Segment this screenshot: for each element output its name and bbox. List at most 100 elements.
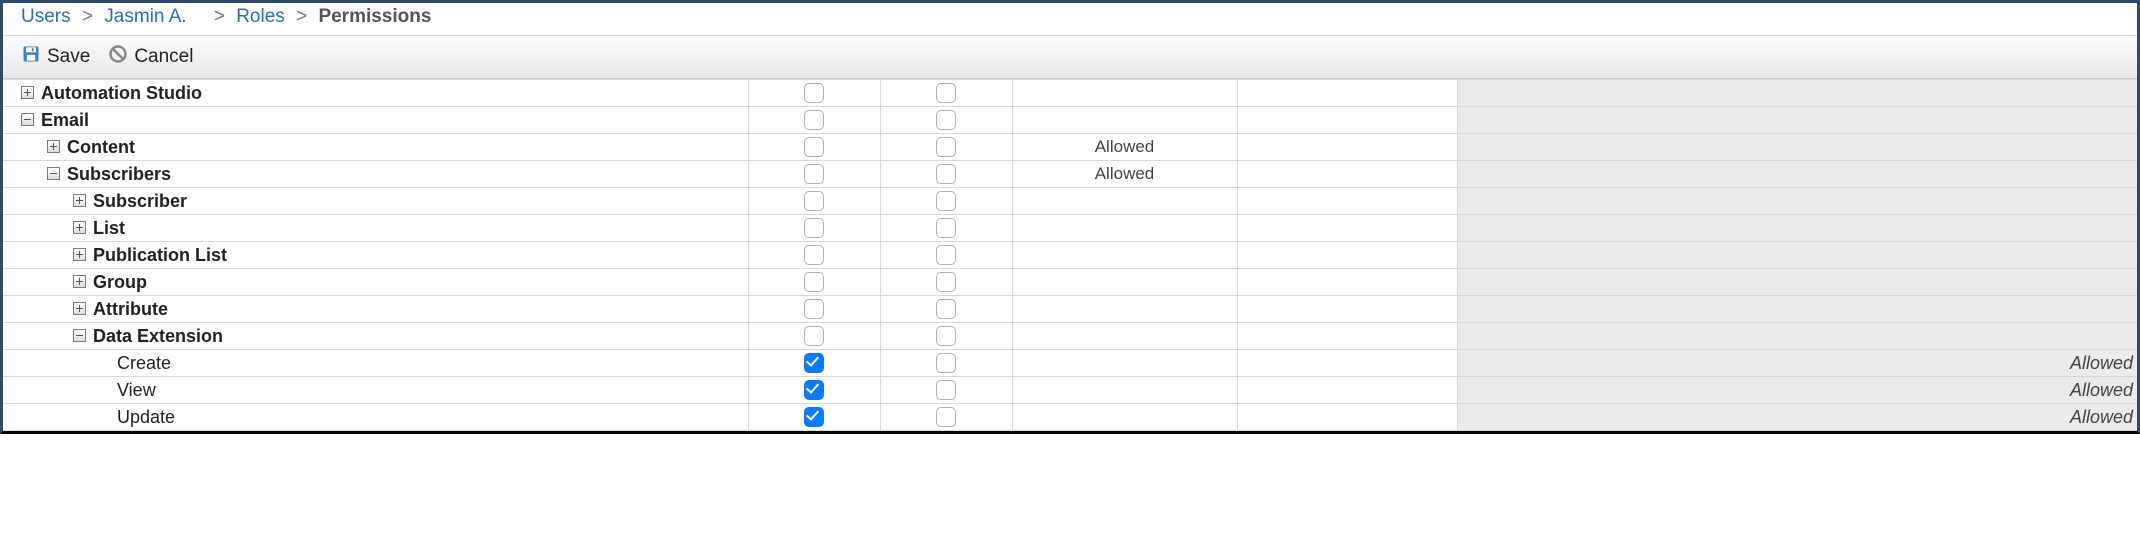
deny-checkbox[interactable] <box>936 353 956 373</box>
deny-checkbox[interactable] <box>936 326 956 346</box>
spacer-cell <box>1237 404 1457 431</box>
expand-icon[interactable] <box>47 140 60 153</box>
spacer-cell <box>1237 134 1457 161</box>
effective-status: Allowed <box>1457 404 2137 431</box>
permission-row: ViewAllowed <box>3 377 2137 404</box>
floppy-icon <box>21 44 41 70</box>
permission-row: Automation Studio <box>3 80 2137 107</box>
allow-checkbox[interactable] <box>804 326 824 346</box>
permission-label: Create <box>117 353 171 373</box>
inherited-status <box>1012 350 1237 377</box>
breadcrumb-current: Permissions <box>318 6 431 27</box>
allow-checkbox[interactable] <box>804 218 824 238</box>
deny-checkbox[interactable] <box>936 380 956 400</box>
inherited-status <box>1012 215 1237 242</box>
spacer-cell <box>1237 377 1457 404</box>
deny-checkbox[interactable] <box>936 83 956 103</box>
spacer-cell <box>1237 80 1457 107</box>
breadcrumb-sep: > <box>296 6 307 27</box>
allow-checkbox[interactable] <box>804 245 824 265</box>
save-button[interactable]: Save <box>21 44 90 70</box>
permission-row: Attribute <box>3 296 2137 323</box>
permission-label: Publication List <box>93 245 227 265</box>
deny-checkbox[interactable] <box>936 272 956 292</box>
deny-checkbox[interactable] <box>936 110 956 130</box>
spacer-cell <box>1237 161 1457 188</box>
breadcrumb-roles[interactable]: Roles <box>236 6 285 27</box>
spacer-cell <box>1237 188 1457 215</box>
allow-checkbox[interactable] <box>804 407 824 427</box>
expand-icon[interactable] <box>21 86 34 99</box>
inherited-status <box>1012 242 1237 269</box>
inherited-status <box>1012 296 1237 323</box>
permission-label: Email <box>41 110 89 130</box>
deny-checkbox[interactable] <box>936 164 956 184</box>
allow-checkbox[interactable] <box>804 191 824 211</box>
effective-status: Allowed <box>1457 350 2137 377</box>
permissions-table: Automation StudioEmailContentAllowedSubs… <box>3 79 2137 431</box>
breadcrumb-users[interactable]: Users <box>21 6 71 27</box>
collapse-icon[interactable] <box>73 329 86 342</box>
deny-checkbox[interactable] <box>936 218 956 238</box>
permission-label: List <box>93 218 125 238</box>
cancel-icon <box>108 44 128 70</box>
allow-checkbox[interactable] <box>804 164 824 184</box>
toggle-spacer <box>99 411 110 422</box>
allow-checkbox[interactable] <box>804 299 824 319</box>
toolbar: Save Cancel <box>3 35 2137 79</box>
inherited-status <box>1012 269 1237 296</box>
effective-status <box>1457 215 2137 242</box>
breadcrumb-sep: > <box>82 6 93 27</box>
inherited-status <box>1012 404 1237 431</box>
effective-status <box>1457 242 2137 269</box>
collapse-icon[interactable] <box>47 167 60 180</box>
collapse-icon[interactable] <box>21 113 34 126</box>
allow-checkbox[interactable] <box>804 83 824 103</box>
breadcrumb-sep: > <box>214 6 225 27</box>
expand-icon[interactable] <box>73 194 86 207</box>
permission-label: Attribute <box>93 299 168 319</box>
permission-row: Group <box>3 269 2137 296</box>
spacer-cell <box>1237 323 1457 350</box>
deny-checkbox[interactable] <box>936 299 956 319</box>
breadcrumb-user-name[interactable]: Jasmin A. <box>104 6 186 27</box>
permission-row: Subscriber <box>3 188 2137 215</box>
permission-row: Update Allowed <box>3 404 2137 431</box>
expand-icon[interactable] <box>73 248 86 261</box>
deny-checkbox[interactable] <box>936 407 956 427</box>
allow-checkbox[interactable] <box>804 137 824 157</box>
inherited-status <box>1012 107 1237 134</box>
permission-label: Subscribers <box>67 164 171 184</box>
spacer-cell <box>1237 215 1457 242</box>
deny-checkbox[interactable] <box>936 137 956 157</box>
allow-checkbox[interactable] <box>804 272 824 292</box>
permission-label: Subscriber <box>93 191 187 211</box>
inherited-status <box>1012 323 1237 350</box>
permission-row: Content Allowed <box>3 134 2137 161</box>
allow-checkbox[interactable] <box>804 353 824 373</box>
inherited-status: Allowed <box>1012 134 1237 161</box>
cancel-button[interactable]: Cancel <box>108 44 193 70</box>
allow-checkbox[interactable] <box>804 110 824 130</box>
permission-label: Update <box>117 407 175 427</box>
permission-row: Publication List <box>3 242 2137 269</box>
expand-icon[interactable] <box>73 275 86 288</box>
expand-icon[interactable] <box>73 221 86 234</box>
permission-label: View <box>117 380 156 400</box>
expand-icon[interactable] <box>73 302 86 315</box>
allow-checkbox[interactable] <box>804 380 824 400</box>
permission-label: Group <box>93 272 147 292</box>
effective-status <box>1457 80 2137 107</box>
inherited-status: Allowed <box>1012 161 1237 188</box>
inherited-status <box>1012 188 1237 215</box>
permission-row: Subscribers Allowed <box>3 161 2137 188</box>
save-label: Save <box>47 46 90 68</box>
effective-status <box>1457 323 2137 350</box>
deny-checkbox[interactable] <box>936 191 956 211</box>
permission-row: List <box>3 215 2137 242</box>
effective-status <box>1457 296 2137 323</box>
deny-checkbox[interactable] <box>936 245 956 265</box>
permission-label: Content <box>67 137 135 157</box>
spacer-cell <box>1237 296 1457 323</box>
effective-status <box>1457 269 2137 296</box>
